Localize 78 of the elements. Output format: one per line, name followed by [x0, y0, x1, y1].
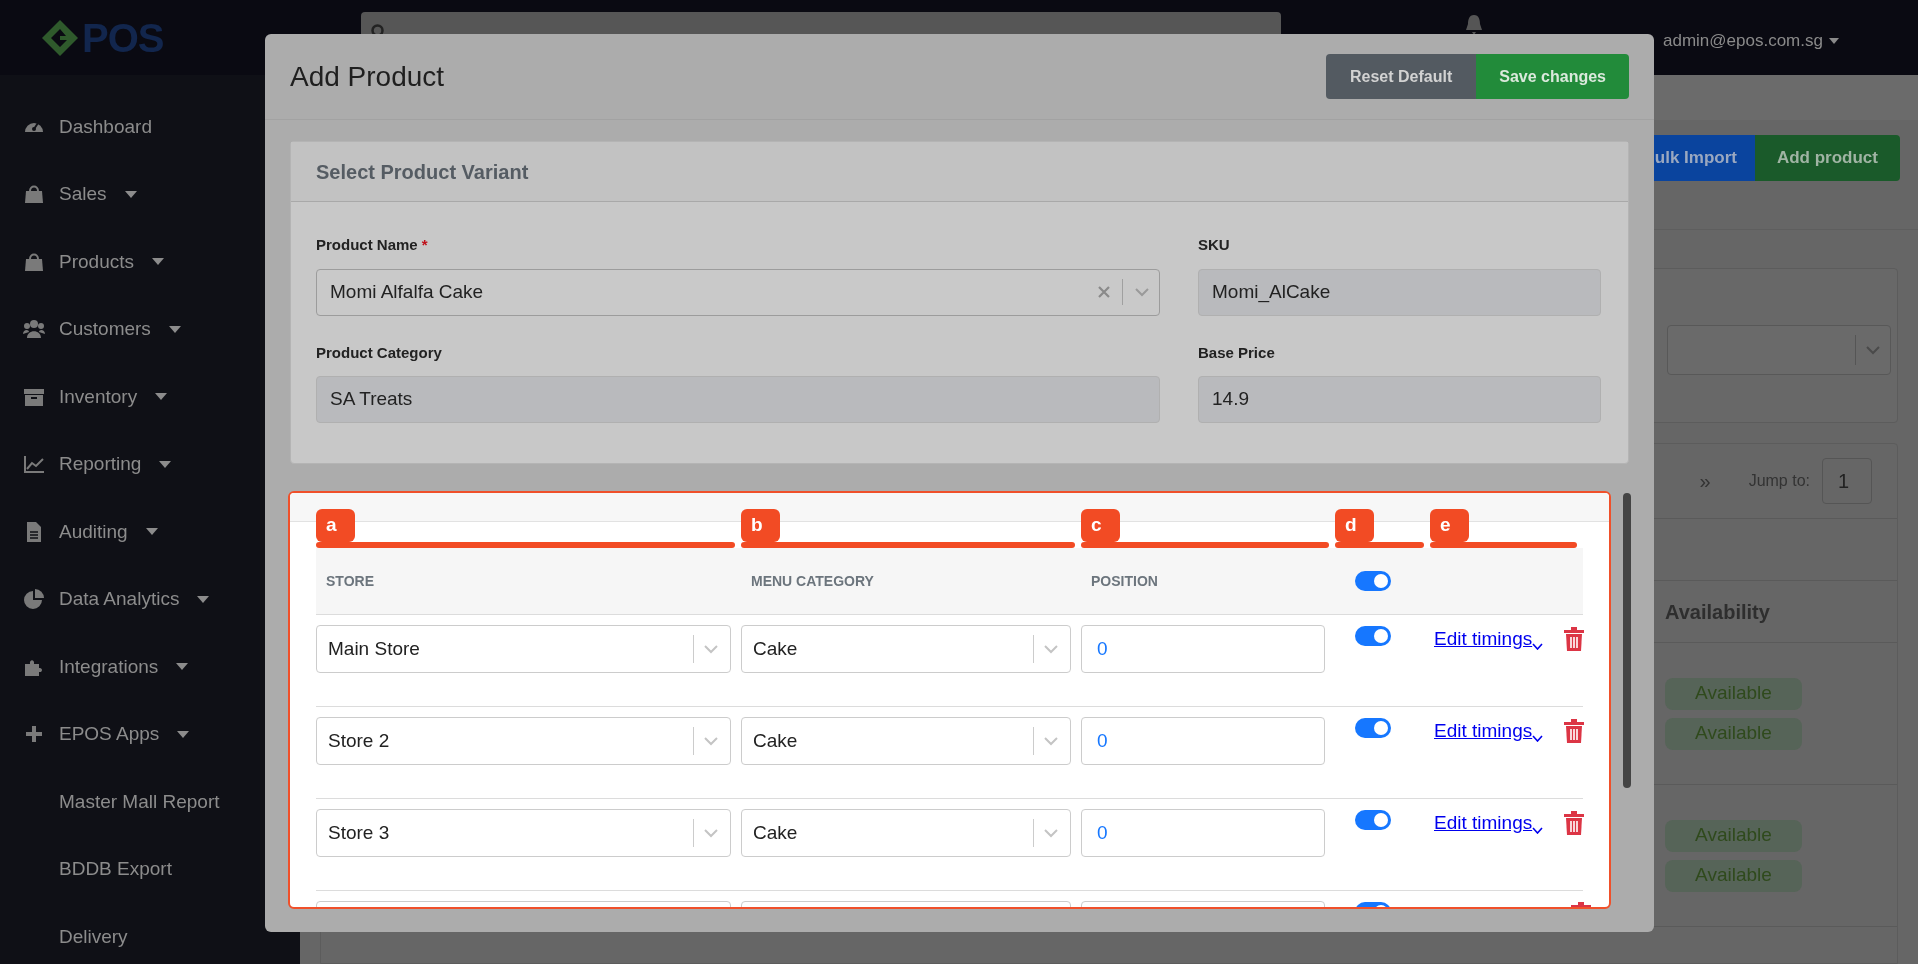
- position-input[interactable]: 0: [1081, 717, 1325, 765]
- card-title: Select Product Variant: [316, 159, 529, 185]
- position-input[interactable]: 0: [1081, 625, 1325, 673]
- chevron-down-icon: [1532, 642, 1544, 650]
- field-label: Product Category: [316, 342, 442, 363]
- chevron-down-icon: [1044, 828, 1058, 838]
- reset-button[interactable]: Reset Default: [1326, 54, 1477, 99]
- toggle-switch[interactable]: [1355, 571, 1391, 591]
- dialog-title: Add Product: [290, 59, 445, 94]
- chevron-down-icon: [1044, 736, 1058, 746]
- category-select[interactable]: Cake: [741, 625, 1071, 673]
- sidebar-item[interactable]: Data Analytics: [0, 565, 300, 633]
- sidebar-item[interactable]: Auditing: [0, 498, 300, 566]
- store-select[interactable]: Main Store: [316, 625, 731, 673]
- trash-icon: [1563, 626, 1586, 653]
- trash-icon: [1563, 718, 1586, 745]
- toggle-switch[interactable]: [1355, 810, 1391, 830]
- sidebar-item[interactable]: Dashboard: [0, 93, 300, 161]
- store-select[interactable]: Store 2: [316, 717, 731, 765]
- readonly-field: SA Treats: [316, 376, 1160, 423]
- chevron-down-icon: [704, 736, 718, 746]
- chevron-down-icon: [1044, 644, 1058, 654]
- status-badge: Available: [1665, 819, 1802, 852]
- edit-timings-link[interactable]: Edit timings: [1434, 809, 1544, 838]
- column-header: STORE: [325, 571, 375, 591]
- marker-badge: b: [741, 509, 780, 542]
- required-mark: *: [421, 235, 428, 255]
- category-select[interactable]: Cake: [741, 809, 1071, 857]
- status-badge: Available: [1665, 677, 1802, 710]
- column-header: Availability: [1665, 599, 1771, 625]
- field-label: Base Price: [1198, 342, 1275, 363]
- column-header: POSITION: [1090, 571, 1159, 591]
- line-chart-icon: [23, 453, 45, 476]
- toggle-switch[interactable]: [1355, 626, 1391, 646]
- trash-icon: [1563, 810, 1586, 837]
- marker-badge: c: [1081, 509, 1120, 542]
- scrollbar[interactable]: [1623, 493, 1631, 788]
- sidebar-item[interactable]: Customers: [0, 295, 300, 363]
- chevron-down-icon: [704, 828, 718, 838]
- field-label: SKU: [1198, 235, 1230, 255]
- logo-icon: [40, 17, 80, 58]
- sidebar-item[interactable]: Sales: [0, 160, 300, 228]
- sidebar-item[interactable]: Reporting: [0, 430, 300, 498]
- shopping-bag-icon: [23, 183, 45, 206]
- store-select[interactable]: Store 3: [316, 809, 731, 857]
- sidebar-item[interactable]: EPOS Apps: [0, 700, 300, 768]
- readonly-field: 14.9: [1198, 376, 1601, 423]
- product-select[interactable]: Momi Alfalfa Cake: [316, 268, 1160, 316]
- marker-badge: d: [1335, 509, 1374, 542]
- readonly-field: Momi_AlCake: [1198, 268, 1601, 316]
- toggle-switch[interactable]: [1355, 718, 1391, 738]
- sidebar-item[interactable]: Products: [0, 228, 300, 296]
- user-menu[interactable]: admin@epos.com.sg: [1663, 28, 1839, 54]
- edit-timings-link[interactable]: Edit timings: [1434, 625, 1544, 654]
- status-badge: Available: [1665, 859, 1802, 892]
- logo-text: POS: [82, 17, 164, 58]
- edit-timings-link[interactable]: Edit timings: [1434, 717, 1544, 746]
- field-label: Product Name: [316, 235, 418, 255]
- marker-badge: a: [316, 509, 355, 542]
- status-badge: Available: [1665, 717, 1802, 750]
- position-input[interactable]: 0: [1081, 809, 1325, 857]
- save-button[interactable]: Save changes: [1476, 54, 1629, 99]
- users-icon: [23, 318, 45, 341]
- sidebar-item[interactable]: Inventory: [0, 363, 300, 431]
- chevron-down-icon: [1135, 287, 1149, 297]
- bell-icon[interactable]: [1465, 14, 1483, 36]
- sidebar-item[interactable]: Integrations: [0, 633, 300, 701]
- chevron-down-icon: [1866, 345, 1880, 355]
- pie-chart-icon: [23, 588, 45, 611]
- caret-down-icon: [1828, 37, 1839, 44]
- toolbar-button[interactable]: Add product: [1754, 135, 1900, 181]
- clear-icon: [1098, 286, 1110, 298]
- category-select[interactable]: Cake: [741, 717, 1071, 765]
- chevron-down-icon: [1532, 826, 1544, 834]
- column-header: MENU CATEGORY: [750, 571, 875, 591]
- chevron-down-icon: [1532, 734, 1544, 742]
- marker-badge: e: [1430, 509, 1469, 542]
- chevron-down-icon: [704, 644, 718, 654]
